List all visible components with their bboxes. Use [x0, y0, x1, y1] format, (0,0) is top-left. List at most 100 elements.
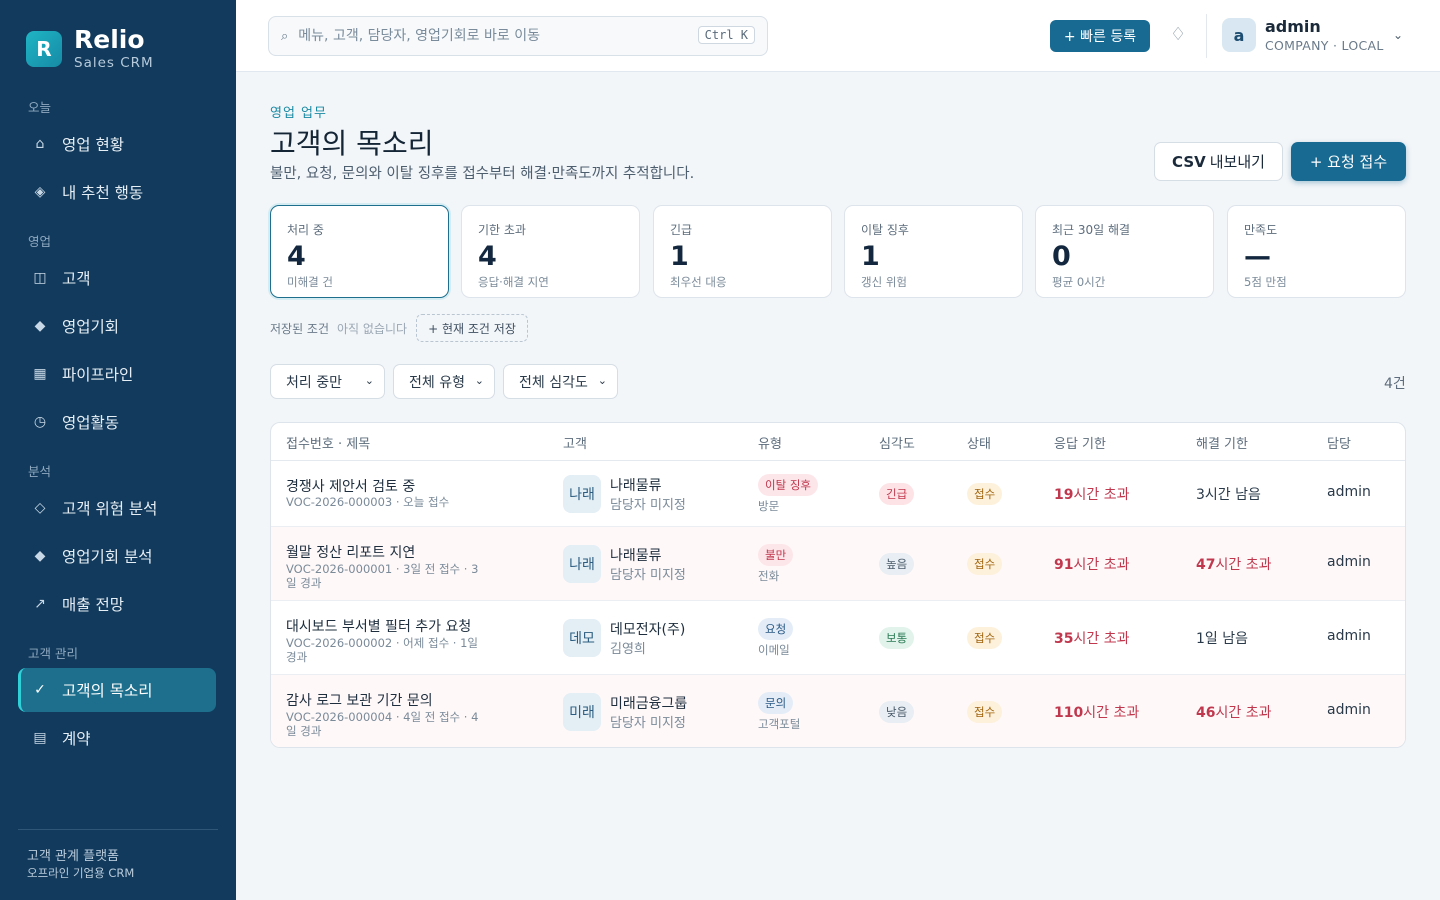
- table-row[interactable]: 감사 로그 보관 기간 문의 VOC-2026-000004 · 4일 전 접수…: [271, 675, 1405, 747]
- kpi-card-overdue[interactable]: 기한 초과 4 응답·해결 지연: [461, 205, 640, 298]
- table-row[interactable]: 경쟁사 제안서 검토 중 VOC-2026-000003 · 오늘 접수 나래 …: [271, 461, 1405, 527]
- response-due: 19시간 초과: [1054, 484, 1129, 504]
- save-filter-button[interactable]: + 현재 조건 저장: [416, 314, 528, 342]
- global-search[interactable]: ⌕ Ctrl K: [268, 16, 768, 56]
- type-filter-value: 전체 유형: [409, 374, 465, 391]
- chevron-down-icon: ⌄: [597, 374, 607, 387]
- brand[interactable]: R Relio Sales CRM: [26, 26, 154, 72]
- response-due: 91시간 초과: [1054, 554, 1129, 574]
- csv-export-button[interactable]: CSV 내보내기: [1154, 142, 1283, 181]
- voc-title[interactable]: 감사 로그 보관 기간 문의: [286, 690, 433, 710]
- voc-title[interactable]: 경쟁사 제안서 검토 중: [286, 476, 415, 496]
- columns-icon: ◫: [33, 270, 47, 286]
- voc-table: 접수번호 · 제목 고객 유형 심각도 상태 응답 기한 해결 기한 담당 경쟁…: [270, 422, 1406, 748]
- sidebar-item-recommended-actions[interactable]: ◈ 내 추천 행동: [18, 170, 216, 214]
- chevron-down-icon[interactable]: ⌄: [1393, 28, 1403, 42]
- sidebar-item-opportunities[interactable]: ◆ 영업기회: [18, 304, 216, 348]
- nav-section-sales: 영업: [28, 234, 52, 249]
- new-request-button[interactable]: + 요청 접수: [1291, 142, 1406, 181]
- column-header-severity[interactable]: 심각도: [879, 433, 915, 452]
- voc-meta: VOC-2026-000001 · 3일 전 접수 · 3일 경과: [286, 562, 479, 590]
- search-input[interactable]: [298, 28, 679, 44]
- response-due-number: 91: [1054, 557, 1074, 573]
- sidebar-item-pipeline[interactable]: ▦ 파이프라인: [18, 352, 216, 396]
- resolve-due-unit: 일 남음: [1204, 631, 1249, 647]
- type-badge: 이탈 징후: [758, 474, 818, 496]
- channel-label: 전화: [758, 569, 780, 583]
- home-icon: ⌂: [35, 136, 45, 152]
- column-header-assignee[interactable]: 담당: [1327, 433, 1351, 452]
- notification-icon[interactable]: ♢: [1170, 24, 1186, 45]
- voc-meta: VOC-2026-000002 · 어제 접수 · 1일 경과: [286, 636, 479, 664]
- sidebar-item-label: 고객: [62, 270, 91, 288]
- kpi-sub: 응답·해결 지연: [478, 275, 549, 289]
- sidebar-item-activities[interactable]: ◷ 영업활동: [18, 400, 216, 444]
- severity-filter-select[interactable]: 전체 심각도 ⌄: [503, 364, 618, 399]
- sidebar-footer-subtitle: 오프라인 기업용 CRM: [27, 866, 135, 880]
- column-header-type[interactable]: 유형: [758, 433, 782, 452]
- resolve-due: 46시간 초과: [1196, 702, 1271, 722]
- column-header-id-title[interactable]: 접수번호 · 제목: [286, 433, 370, 452]
- customer-badge: 데모: [563, 619, 601, 657]
- kpi-card-satisfaction[interactable]: 만족도 — 5점 만점: [1227, 205, 1406, 298]
- customer-name[interactable]: 미래금융그룹: [610, 693, 687, 713]
- customer-badge: 나래: [563, 545, 601, 583]
- kpi-card-resolved-30d[interactable]: 최근 30일 해결 0 평균 0시간: [1035, 205, 1214, 298]
- sidebar-item-contracts[interactable]: ▤ 계약: [18, 716, 216, 760]
- resolve-due-unit: 시간 초과: [1215, 557, 1272, 573]
- sidebar-item-label: 영업기회 분석: [62, 548, 153, 566]
- sidebar-item-label: 매출 전망: [62, 596, 124, 614]
- sidebar-item-voice-of-customer[interactable]: ✓ 고객의 목소리: [18, 668, 216, 712]
- status-badge: 접수: [967, 701, 1003, 723]
- avatar[interactable]: a: [1222, 18, 1256, 52]
- customer-badge: 미래: [563, 693, 601, 731]
- response-due-number: 35: [1054, 631, 1074, 647]
- sidebar-item-opportunity-analysis[interactable]: ◆ 영업기회 분석: [18, 534, 216, 578]
- nav-section-customer-mgmt: 고객 관리: [28, 646, 78, 661]
- column-header-status[interactable]: 상태: [967, 433, 991, 452]
- customer-owner: 담당자 미지정: [610, 498, 686, 513]
- customer-name[interactable]: 데모전자(주): [610, 619, 685, 639]
- quick-add-button[interactable]: + 빠른 등록: [1050, 20, 1150, 52]
- table-row[interactable]: 월말 정산 리포트 지연 VOC-2026-000001 · 3일 전 접수 ·…: [271, 527, 1405, 601]
- sidebar-item-customers[interactable]: ◫ 고객: [18, 256, 216, 300]
- status-badge: 접수: [967, 553, 1003, 575]
- sidebar-divider: [18, 829, 218, 830]
- channel-label: 방문: [758, 499, 780, 513]
- resolve-due: 1일 남음: [1196, 628, 1248, 648]
- voc-meta: VOC-2026-000003 · 오늘 접수: [286, 495, 450, 509]
- customer-owner: 담당자 미지정: [610, 568, 686, 583]
- csv-export-bold: CSV: [1172, 152, 1206, 171]
- kpi-card-churn-signal[interactable]: 이탈 징후 1 갱신 위험: [844, 205, 1023, 298]
- column-header-response-due[interactable]: 응답 기한: [1054, 433, 1106, 452]
- column-header-resolve-due[interactable]: 해결 기한: [1196, 433, 1248, 452]
- diamond-filled-icon: ◆: [34, 318, 46, 334]
- resolve-due: 47시간 초과: [1196, 554, 1271, 574]
- severity-badge: 높음: [879, 553, 915, 575]
- type-filter-select[interactable]: 전체 유형 ⌄: [393, 364, 495, 399]
- column-header-customer[interactable]: 고객: [563, 433, 587, 452]
- customer-name[interactable]: 나래물류: [610, 545, 662, 565]
- diamond-filled-icon: ◆: [34, 548, 46, 564]
- kpi-label: 만족도: [1244, 223, 1278, 237]
- kpi-card-in-progress[interactable]: 처리 중 4 미해결 건: [270, 205, 449, 298]
- kpi-label: 긴급: [670, 223, 693, 237]
- nav-section-today: 오늘: [28, 100, 52, 115]
- type-badge: 불만: [758, 544, 794, 566]
- severity-badge: 낮음: [879, 701, 915, 723]
- sidebar-item-dashboard[interactable]: ⌂ 영업 현황: [18, 122, 216, 166]
- sidebar-item-label: 파이프라인: [62, 366, 134, 384]
- assignee: admin: [1327, 628, 1371, 644]
- kpi-card-urgent[interactable]: 긴급 1 최우선 대응: [653, 205, 832, 298]
- sidebar-item-label: 영업 현황: [62, 136, 124, 154]
- sidebar-item-label: 영업활동: [62, 414, 120, 432]
- voc-title[interactable]: 월말 정산 리포트 지연: [286, 542, 415, 562]
- sidebar-item-customer-risk[interactable]: ◇ 고객 위험 분석: [18, 486, 216, 530]
- sidebar-item-label: 계약: [62, 730, 91, 748]
- table-row[interactable]: 대시보드 부서별 필터 추가 요청 VOC-2026-000002 · 어제 접…: [271, 601, 1405, 675]
- user-name[interactable]: admin: [1265, 17, 1321, 36]
- status-filter-select[interactable]: 처리 중만 ⌄: [270, 364, 385, 399]
- sidebar-item-forecast[interactable]: ↗ 매출 전망: [18, 582, 216, 626]
- customer-name[interactable]: 나래물류: [610, 475, 662, 495]
- voc-title[interactable]: 대시보드 부서별 필터 추가 요청: [286, 616, 471, 636]
